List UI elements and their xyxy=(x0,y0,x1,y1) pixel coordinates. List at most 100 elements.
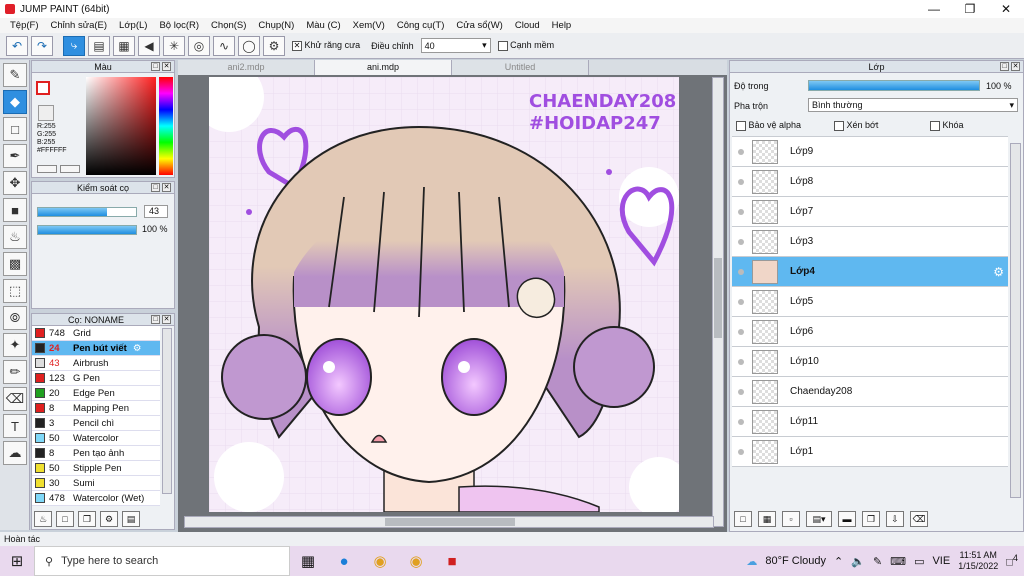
curve-icon[interactable]: ∿ xyxy=(213,35,235,56)
panel-float-icon[interactable]: □ xyxy=(151,183,160,192)
undo-button[interactable]: ↶ xyxy=(6,35,28,56)
layer-opacity-slider[interactable] xyxy=(808,80,980,91)
layer-row[interactable]: Lớp5 xyxy=(732,287,1008,317)
canvas-vertical-scrollbar[interactable] xyxy=(712,77,724,527)
blend-mode-select[interactable]: Bình thường ▾ xyxy=(808,98,1018,112)
move-tool-icon[interactable]: ✥ xyxy=(3,171,27,195)
taskbar-search[interactable]: ⚲ Type here to search xyxy=(34,546,290,576)
chrome-icon[interactable]: ◉ xyxy=(362,546,398,576)
panel-close-icon[interactable]: ✕ xyxy=(162,62,171,71)
visibility-icon[interactable] xyxy=(738,358,744,365)
rect-tool-icon[interactable]: ■ xyxy=(3,198,27,222)
lasso-select-icon[interactable]: ⤷ xyxy=(63,35,85,56)
pen-tool-icon[interactable]: ✒ xyxy=(3,144,27,168)
visibility-icon[interactable] xyxy=(738,388,744,395)
visibility-icon[interactable] xyxy=(738,208,744,215)
brush-item[interactable]: 30 Sumi xyxy=(32,476,160,491)
layer-list-scrollbar[interactable] xyxy=(1010,143,1021,498)
panel-float-icon[interactable]: □ xyxy=(151,315,160,324)
brush-tool-icon[interactable]: ✎ xyxy=(3,63,27,87)
brush-item[interactable]: 20 Edge Pen xyxy=(32,386,160,401)
layer-row[interactable]: Lớp7 xyxy=(732,197,1008,227)
visibility-icon[interactable] xyxy=(738,298,744,305)
menu-cloud[interactable]: Cloud xyxy=(509,20,546,31)
brush-list-scrollbar[interactable] xyxy=(162,328,172,494)
pen-icon[interactable]: ✎ xyxy=(873,555,882,568)
layer-row[interactable]: Lớp4 ⚙ xyxy=(732,257,1008,287)
select-eraser-icon[interactable]: ⌫ xyxy=(3,387,27,411)
antialias-toggle[interactable]: ✕ Khử răng cưa xyxy=(292,40,360,51)
clipping-toggle[interactable]: Xén bớt xyxy=(834,120,878,131)
snap-checkbox[interactable] xyxy=(497,40,508,51)
chevron-up-icon[interactable]: ⌃ xyxy=(834,555,843,568)
hatch-icon[interactable]: ▤ xyxy=(88,35,110,56)
task-view-icon[interactable]: ▦ xyxy=(290,546,326,576)
gear-icon[interactable]: ⚙ xyxy=(263,35,285,56)
brush-item[interactable]: 8 Mapping Pen xyxy=(32,401,160,416)
bucket-tool-icon[interactable]: ♨ xyxy=(3,225,27,249)
menu-file[interactable]: Tệp(F) xyxy=(4,20,45,31)
menu-layer[interactable]: Lớp(L) xyxy=(113,20,153,31)
weather-text[interactable]: 80°F Cloudy xyxy=(765,555,826,567)
select-pen-icon[interactable]: ✏ xyxy=(3,360,27,384)
layer-row[interactable]: Lớp6 xyxy=(732,317,1008,347)
protect-alpha-toggle[interactable]: Bảo vệ alpha xyxy=(736,120,801,131)
ellipse-icon[interactable]: ◯ xyxy=(238,35,260,56)
brush-item[interactable]: 3 Pencil chì xyxy=(32,416,160,431)
panel-close-icon[interactable]: ✕ xyxy=(162,183,171,192)
maximize-button[interactable]: ❐ xyxy=(952,0,988,18)
hue-slider[interactable] xyxy=(159,77,173,175)
medibang-icon[interactable]: ■ xyxy=(434,546,470,576)
duplicate-layer-icon[interactable]: ❐ xyxy=(862,511,880,527)
transparent-swatch[interactable] xyxy=(38,105,54,121)
brush-item[interactable]: 123 G Pen xyxy=(32,371,160,386)
menu-capture[interactable]: Chụp(N) xyxy=(252,20,300,31)
clock[interactable]: 11:51 AM 1/15/2022 xyxy=(958,550,998,572)
brush-item[interactable]: 748 Grid xyxy=(32,326,160,341)
text-tool-icon[interactable]: T xyxy=(3,414,27,438)
close-button[interactable]: ✕ xyxy=(988,0,1024,18)
magic-wand-icon[interactable]: ✦ xyxy=(3,333,27,357)
layer-row[interactable]: Lớp3 xyxy=(732,227,1008,257)
clipping-checkbox[interactable] xyxy=(834,120,844,131)
brush-item[interactable]: 478 Watercolor (Wet) xyxy=(32,491,160,506)
tab-ani2[interactable]: ani2.mdp xyxy=(178,60,315,75)
keyboard-icon[interactable]: ⌨ xyxy=(890,555,906,568)
visibility-icon[interactable] xyxy=(738,418,744,425)
layer-row[interactable]: Lớp9 xyxy=(732,137,1008,167)
layer-row[interactable]: Lớp8 xyxy=(732,167,1008,197)
language-indicator[interactable]: VIE xyxy=(932,555,950,567)
tab-ani[interactable]: ani.mdp xyxy=(315,60,452,75)
select-rect-icon[interactable]: ⬚ xyxy=(3,279,27,303)
chrome-profile-icon[interactable]: ◉ xyxy=(398,546,434,576)
menu-tools[interactable]: Công cụ(T) xyxy=(391,20,451,31)
visibility-icon[interactable] xyxy=(738,148,744,155)
new-special-layer-icon[interactable]: ▤▾ xyxy=(806,511,832,527)
brush-item[interactable]: 43 Airbrush xyxy=(32,356,160,371)
grid-icon[interactable]: ▦ xyxy=(113,35,135,56)
color-picker-button-2[interactable] xyxy=(60,165,80,173)
panel-close-icon[interactable]: ✕ xyxy=(162,315,171,324)
windows-start-icon[interactable]: ⊞ xyxy=(0,546,34,576)
brush-size-slider[interactable] xyxy=(37,207,137,217)
menu-help[interactable]: Help xyxy=(546,20,578,31)
merge-layer-icon[interactable]: ⇩ xyxy=(886,511,904,527)
color-picker-button-1[interactable] xyxy=(37,165,57,173)
radial-icon[interactable]: ✳ xyxy=(163,35,185,56)
gear-icon[interactable]: ⚙ xyxy=(133,343,142,354)
visibility-icon[interactable] xyxy=(738,448,744,455)
menu-select[interactable]: Chọn(S) xyxy=(205,20,252,31)
eraser-tool-icon[interactable]: □ xyxy=(3,117,27,141)
primary-color-swatch[interactable] xyxy=(36,81,50,95)
drawing-canvas[interactable]: CHAENDAY208 #HOIDAP247 xyxy=(209,77,679,512)
brush-folder-icon[interactable]: ▤ xyxy=(122,511,140,527)
brush-opacity-slider[interactable] xyxy=(37,225,137,235)
concentric-icon[interactable]: ◎ xyxy=(188,35,210,56)
lock-checkbox[interactable] xyxy=(930,120,940,131)
edge-icon[interactable]: ● xyxy=(326,546,362,576)
delete-layer-icon[interactable]: ⌫ xyxy=(910,511,928,527)
brush-item[interactable]: 24 Pen bút viết ⚙ xyxy=(32,341,160,356)
panel-float-icon[interactable]: □ xyxy=(151,62,160,71)
saturation-value-square[interactable] xyxy=(86,77,156,175)
minimize-button[interactable]: — xyxy=(916,0,952,18)
